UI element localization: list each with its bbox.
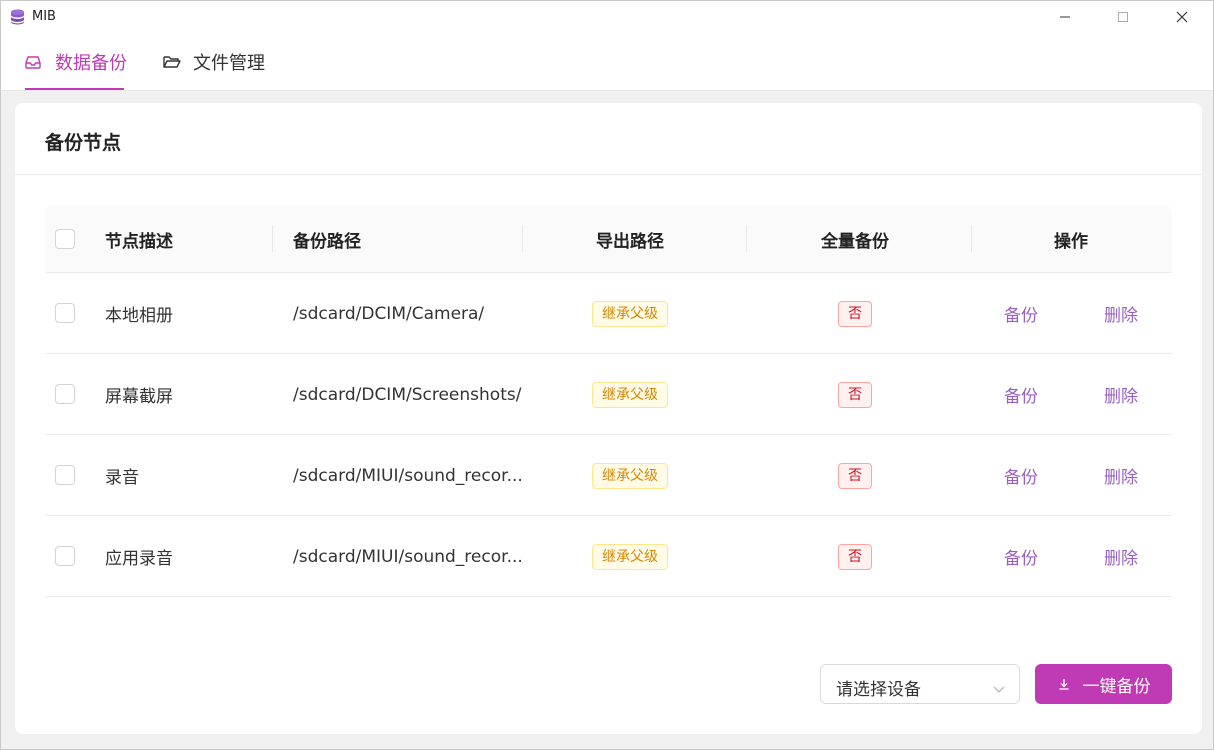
table-header: 节点描述 备份路径 导出路径 全量备份 操作 xyxy=(45,205,1172,273)
column-divider xyxy=(272,225,273,252)
backup-link[interactable]: 备份 xyxy=(1004,544,1038,569)
tab-bar: 数据备份 文件管理 xyxy=(1,33,1213,91)
maximize-icon xyxy=(1117,8,1129,27)
folder-open-icon xyxy=(163,54,181,70)
one-click-backup-label: 一键备份 xyxy=(1082,676,1151,697)
full-backup-cell: 否 xyxy=(745,435,965,516)
node-desc: 屏幕截屏 xyxy=(105,387,173,407)
export-path-cell: 继承父级 xyxy=(520,516,740,597)
table-row: 屏幕截屏 /sdcard/DCIM/Screenshots/ 继承父级 否 备份… xyxy=(45,354,1172,435)
table-row: 应用录音 /sdcard/MIUI/sound_recor... 继承父级 否 … xyxy=(45,516,1172,597)
backup-path: /sdcard/DCIM/Screenshots/ xyxy=(293,384,522,405)
active-tab-indicator xyxy=(25,88,124,90)
ops-cell: 备份 删除 xyxy=(970,435,1172,516)
inherit-tag: 继承父级 xyxy=(592,543,668,570)
backup-path: /sdcard/DCIM/Camera/ xyxy=(293,303,485,324)
column-header-path: 备份路径 xyxy=(293,231,361,252)
tab-file-management[interactable]: 文件管理 xyxy=(163,33,265,91)
table-row: 录音 /sdcard/MIUI/sound_recor... 继承父级 否 备份… xyxy=(45,435,1172,516)
close-icon xyxy=(1176,8,1188,27)
export-path-cell: 继承父级 xyxy=(520,273,740,354)
node-desc: 本地相册 xyxy=(105,306,173,326)
one-click-backup-button[interactable]: 一键备份 xyxy=(1035,664,1172,704)
device-select-placeholder: 请选择设备 xyxy=(836,680,921,700)
column-header-export: 导出路径 xyxy=(596,231,664,252)
full-backup-tag: 否 xyxy=(838,543,872,570)
backup-link[interactable]: 备份 xyxy=(1004,382,1038,407)
ops-cell: 备份 删除 xyxy=(970,273,1172,354)
ops-cell: 备份 删除 xyxy=(970,354,1172,435)
maximize-button[interactable] xyxy=(1094,1,1152,33)
backup-nodes-table: 节点描述 备份路径 导出路径 全量备份 操作 本地相册 /sdcard/DCIM… xyxy=(45,205,1172,597)
full-backup-cell: 否 xyxy=(745,516,965,597)
column-header-desc: 节点描述 xyxy=(105,231,173,252)
card-title: 备份节点 xyxy=(45,132,122,154)
title-bar: MIB xyxy=(1,1,1213,33)
ops-cell: 备份 删除 xyxy=(970,516,1172,597)
tab-data-backup[interactable]: 数据备份 xyxy=(25,33,127,91)
minimize-button[interactable] xyxy=(1036,1,1094,33)
inherit-tag: 继承父级 xyxy=(592,300,668,327)
window-title: MIB xyxy=(32,9,56,24)
full-backup-tag: 否 xyxy=(838,462,872,489)
select-all-checkbox[interactable] xyxy=(55,229,75,249)
tab-label: 数据备份 xyxy=(55,53,127,74)
database-icon xyxy=(10,9,25,25)
backup-link[interactable]: 备份 xyxy=(1004,301,1038,326)
device-select[interactable]: 请选择设备 xyxy=(820,664,1020,704)
backup-path: /sdcard/MIUI/sound_recor... xyxy=(293,465,523,486)
export-path-cell: 继承父级 xyxy=(520,435,740,516)
full-backup-tag: 否 xyxy=(838,381,872,408)
delete-link[interactable]: 删除 xyxy=(1104,301,1138,326)
inherit-tag: 继承父级 xyxy=(592,462,668,489)
row-checkbox[interactable] xyxy=(55,384,75,404)
tab-label: 文件管理 xyxy=(193,53,265,74)
minimize-icon xyxy=(1059,8,1071,27)
inherit-tag: 继承父级 xyxy=(592,381,668,408)
backup-path: /sdcard/MIUI/sound_recor... xyxy=(293,546,523,567)
chevron-down-icon xyxy=(993,679,1005,693)
delete-link[interactable]: 删除 xyxy=(1104,463,1138,488)
node-desc: 录音 xyxy=(105,468,139,488)
backup-nodes-card: 备份节点 节点描述 备份路径 导出路径 全量备份 操作 本地相册 /sdcard… xyxy=(15,103,1202,734)
export-path-cell: 继承父级 xyxy=(520,354,740,435)
row-checkbox[interactable] xyxy=(55,546,75,566)
table-row: 本地相册 /sdcard/DCIM/Camera/ 继承父级 否 备份 删除 xyxy=(45,273,1172,354)
delete-link[interactable]: 删除 xyxy=(1104,382,1138,407)
download-icon xyxy=(1057,677,1071,691)
app-window: MIB 数据备份 文件管理 备份节点 节点描述 备份路径 导出路径 全量备份 操… xyxy=(0,0,1214,750)
node-desc: 应用录音 xyxy=(105,549,173,569)
full-backup-cell: 否 xyxy=(745,354,965,435)
column-header-full: 全量备份 xyxy=(821,231,889,252)
full-backup-tag: 否 xyxy=(838,300,872,327)
close-button[interactable] xyxy=(1153,1,1211,33)
inbox-icon xyxy=(25,54,43,70)
delete-link[interactable]: 删除 xyxy=(1104,544,1138,569)
row-checkbox[interactable] xyxy=(55,465,75,485)
column-header-ops: 操作 xyxy=(1054,231,1088,252)
row-checkbox[interactable] xyxy=(55,303,75,323)
backup-link[interactable]: 备份 xyxy=(1004,463,1038,488)
card-header: 备份节点 xyxy=(15,103,1202,175)
full-backup-cell: 否 xyxy=(745,273,965,354)
